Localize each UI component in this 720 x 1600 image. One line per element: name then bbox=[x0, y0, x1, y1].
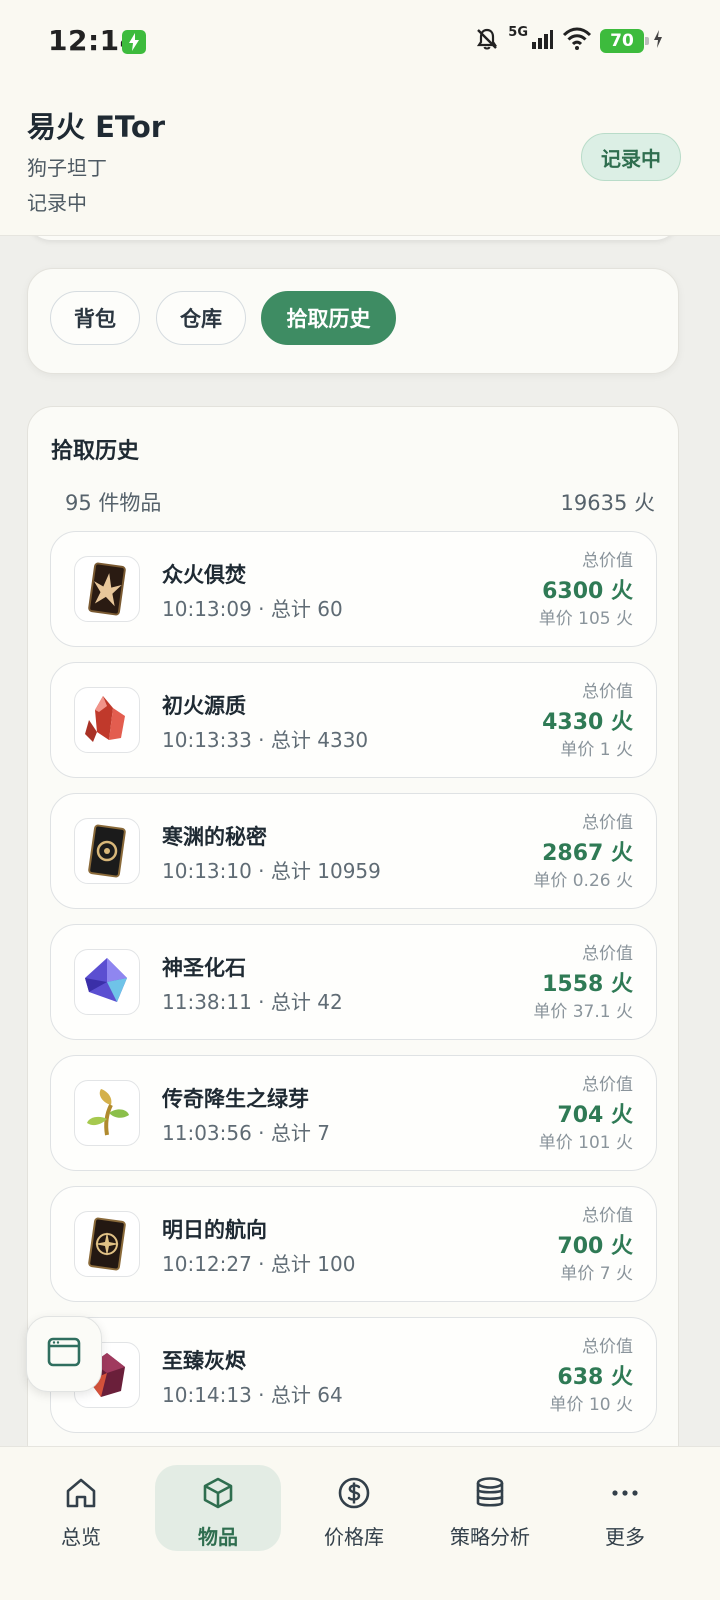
nav-strategy-analysis[interactable]: 策略分析 bbox=[427, 1465, 553, 1551]
sprout-icon bbox=[74, 1080, 140, 1146]
item-name: 明日的航向 bbox=[162, 1218, 267, 1242]
item-meta: 11:38:11 · 总计 42 bbox=[162, 990, 343, 1014]
value-label: 总价值 bbox=[582, 1337, 633, 1357]
item-total-value: 700 火 bbox=[557, 1234, 633, 1259]
item-name: 寒渊的秘密 bbox=[162, 825, 267, 849]
total-value: 19635 火 bbox=[560, 491, 655, 515]
database-icon bbox=[472, 1475, 508, 1515]
pickup-history-card: 拾取历史 95 件物品 19635 火 众火俱焚 10:13:09 · 总计 6… bbox=[27, 406, 679, 1506]
item-meta: 10:13:10 · 总计 10959 bbox=[162, 859, 381, 883]
item-meta: 10:12:27 · 总计 100 bbox=[162, 1252, 356, 1276]
value-label: 总价值 bbox=[582, 551, 633, 571]
bottom-navigation: 总览 物品 价格库 策略分析 更多 bbox=[0, 1446, 720, 1600]
nav-overview[interactable]: 总览 bbox=[18, 1465, 144, 1551]
item-meta: 11:03:56 · 总计 7 bbox=[162, 1121, 330, 1145]
nav-label: 更多 bbox=[605, 1525, 645, 1549]
item-name: 神圣化石 bbox=[162, 956, 246, 980]
value-label: 总价值 bbox=[582, 682, 633, 702]
list-item[interactable]: 传奇降生之绿芽 11:03:56 · 总计 7 总价值 704 火 单价 101… bbox=[50, 1055, 657, 1171]
recording-status-text: 记录中 bbox=[27, 191, 87, 215]
character-name: 狗子坦丁 bbox=[27, 156, 107, 180]
item-total-value: 2867 火 bbox=[542, 841, 633, 866]
item-unit-price: 单价 7 火 bbox=[560, 1264, 633, 1284]
item-total-value: 704 火 bbox=[557, 1103, 633, 1128]
charging-icon bbox=[122, 30, 146, 54]
value-label: 总价值 bbox=[582, 1075, 633, 1095]
list-item[interactable]: 寒渊的秘密 10:13:10 · 总计 10959 总价值 2867 火 单价 … bbox=[50, 793, 657, 909]
item-name: 众火俱焚 bbox=[162, 563, 246, 587]
item-name: 传奇降生之绿芽 bbox=[162, 1087, 309, 1111]
item-unit-price: 单价 101 火 bbox=[538, 1133, 633, 1153]
item-total-value: 4330 火 bbox=[542, 710, 633, 735]
wifi-icon bbox=[562, 27, 592, 55]
nav-label: 策略分析 bbox=[450, 1525, 530, 1549]
nav-label: 价格库 bbox=[324, 1525, 384, 1549]
tab-warehouse[interactable]: 仓库 bbox=[156, 291, 246, 345]
status-icons: 5G 70 bbox=[474, 24, 664, 58]
red-crystal-icon bbox=[74, 687, 140, 753]
nav-label: 物品 bbox=[198, 1525, 238, 1549]
abyss-card-icon bbox=[74, 818, 140, 884]
tab-backpack[interactable]: 背包 bbox=[50, 291, 140, 345]
nav-more[interactable]: 更多 bbox=[562, 1465, 688, 1551]
item-meta: 10:13:09 · 总计 60 bbox=[162, 597, 343, 621]
app-screen: 12:14 5G 70 易火 ETor 狗子坦丁 记录中 记录中 背包 仓库 拾… bbox=[0, 0, 720, 1600]
blue-crystal-icon bbox=[74, 949, 140, 1015]
window-icon bbox=[47, 1336, 81, 1372]
list-item[interactable]: 至臻灰烬 10:14:13 · 总计 64 总价值 638 火 单价 10 火 bbox=[50, 1317, 657, 1433]
floating-window-button[interactable] bbox=[26, 1316, 102, 1392]
item-unit-price: 单价 105 火 bbox=[538, 609, 633, 629]
bell-muted-icon bbox=[474, 26, 500, 56]
section-title: 拾取历史 bbox=[51, 439, 140, 464]
nav-price-library[interactable]: 价格库 bbox=[291, 1465, 417, 1551]
item-unit-price: 单价 37.1 火 bbox=[533, 1002, 633, 1022]
signal-icon bbox=[530, 27, 554, 55]
box-icon bbox=[200, 1475, 236, 1515]
battery-icon: 70 bbox=[600, 29, 649, 53]
list-item[interactable]: 神圣化石 11:38:11 · 总计 42 总价值 1558 火 单价 37.1… bbox=[50, 924, 657, 1040]
item-unit-price: 单价 0.26 火 bbox=[533, 871, 633, 891]
flame-card-icon bbox=[74, 556, 140, 622]
dollar-icon bbox=[336, 1475, 372, 1515]
app-header: 易火 ETor 狗子坦丁 记录中 记录中 bbox=[0, 84, 720, 236]
value-label: 总价值 bbox=[582, 1206, 633, 1226]
value-label: 总价值 bbox=[582, 944, 633, 964]
item-name: 初火源质 bbox=[162, 694, 246, 718]
app-title: 易火 ETor bbox=[27, 110, 166, 144]
recording-chip[interactable]: 记录中 bbox=[581, 133, 681, 181]
item-total-value: 6300 火 bbox=[542, 579, 633, 604]
item-total-value: 1558 火 bbox=[542, 972, 633, 997]
item-unit-price: 单价 10 火 bbox=[549, 1395, 633, 1415]
top-bar: 12:14 5G 70 易火 ETor 狗子坦丁 记录中 记录中 bbox=[0, 0, 720, 236]
item-meta: 10:14:13 · 总计 64 bbox=[162, 1383, 343, 1407]
list-item[interactable]: 众火俱焚 10:13:09 · 总计 60 总价值 6300 火 单价 105 … bbox=[50, 531, 657, 647]
network-type: 5G bbox=[508, 24, 528, 40]
value-label: 总价值 bbox=[582, 813, 633, 833]
nav-items[interactable]: 物品 bbox=[155, 1465, 281, 1551]
home-icon bbox=[63, 1475, 99, 1515]
tab-pickup-history[interactable]: 拾取历史 bbox=[261, 291, 396, 345]
battery-charging-icon bbox=[652, 29, 664, 53]
list-item[interactable]: 明日的航向 10:12:27 · 总计 100 总价值 700 火 单价 7 火 bbox=[50, 1186, 657, 1302]
nav-label: 总览 bbox=[61, 1525, 101, 1549]
list-item[interactable]: 初火源质 10:13:33 · 总计 4330 总价值 4330 火 单价 1 … bbox=[50, 662, 657, 778]
more-icon bbox=[607, 1475, 643, 1515]
item-meta: 10:13:33 · 总计 4330 bbox=[162, 728, 369, 752]
item-count: 95 件物品 bbox=[65, 491, 162, 515]
item-total-value: 638 火 bbox=[557, 1365, 633, 1390]
inventory-tabs: 背包 仓库 拾取历史 bbox=[27, 268, 679, 374]
status-bar: 12:14 5G 70 bbox=[0, 0, 720, 84]
item-name: 至臻灰烬 bbox=[162, 1349, 246, 1373]
compass-card-icon bbox=[74, 1211, 140, 1277]
item-unit-price: 单价 1 火 bbox=[560, 740, 633, 760]
